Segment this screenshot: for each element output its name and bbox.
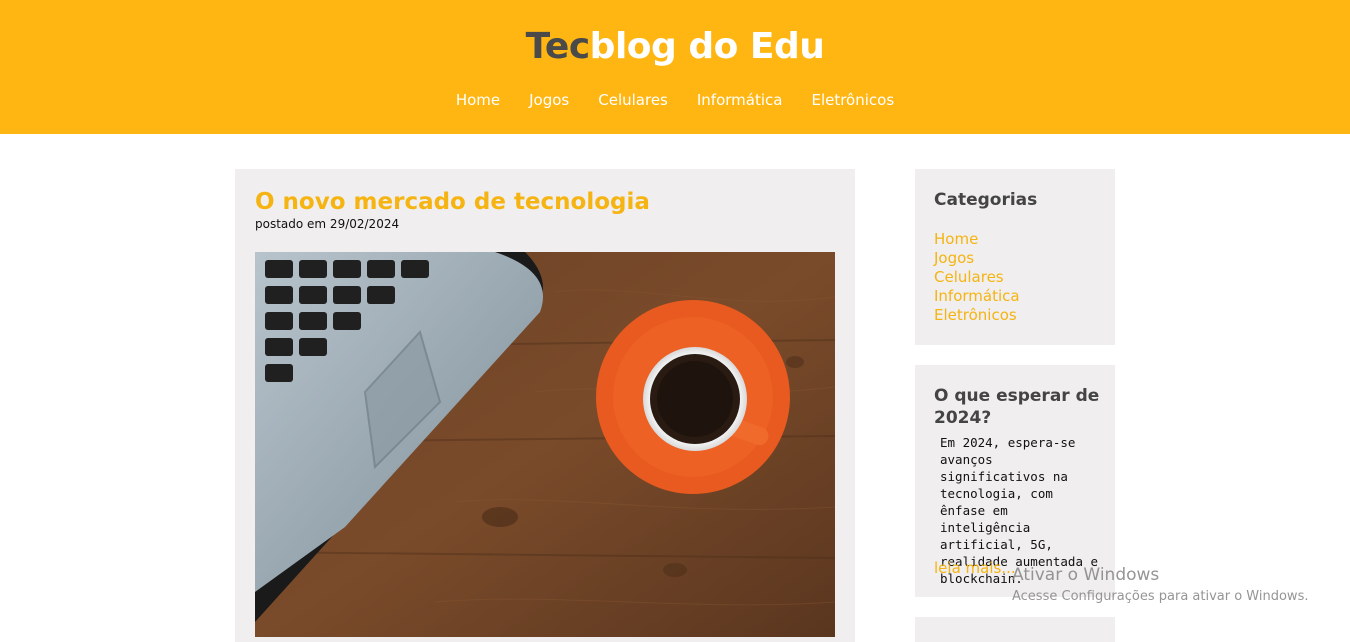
logo-part-blog: blog do Edu <box>589 26 825 67</box>
category-link-home[interactable]: Home <box>934 230 978 248</box>
nav-link-jogos[interactable]: Jogos <box>515 90 584 110</box>
post-date: postado em 29/02/2024 <box>255 217 400 231</box>
categories-widget: Categorias Home Jogos Celulares Informát… <box>915 169 1115 345</box>
watermark-subtitle: Acesse Configurações para ativar o Windo… <box>1012 589 1309 604</box>
nav-link-informatica[interactable]: Informática <box>682 90 797 110</box>
main-nav: Home Jogos Celulares Informática Eletrôn… <box>0 90 1350 110</box>
category-link-eletronicos[interactable]: Eletrônicos <box>934 306 1017 324</box>
sidebar-widget-3 <box>915 617 1115 642</box>
categories-list: Home Jogos Celulares Informática Eletrôn… <box>934 230 1020 325</box>
expectations-title: O que esperar de 2024? <box>934 386 1100 428</box>
blog-post: O novo mercado de tecnologia postado em … <box>235 169 855 642</box>
laptop-coffee-photo <box>255 252 835 637</box>
read-more-link[interactable]: leia mais... <box>934 559 1016 577</box>
expectations-2024-widget: O que esperar de 2024? Em 2024, espera-s… <box>915 365 1115 597</box>
nav-link-celulares[interactable]: Celulares <box>584 90 683 110</box>
logo-part-tec: Tec <box>525 26 591 67</box>
categories-title: Categorias <box>934 190 1038 210</box>
windows-activation-watermark: Ativar o Windows Acesse Configurações pa… <box>1012 565 1308 604</box>
post-image <box>255 252 835 637</box>
site-logo[interactable]: Tecblog do Edu <box>0 26 1350 67</box>
nav-link-eletronicos[interactable]: Eletrônicos <box>797 90 909 110</box>
category-link-informatica[interactable]: Informática <box>934 287 1020 305</box>
category-link-celulares[interactable]: Celulares <box>934 268 1004 286</box>
nav-link-home[interactable]: Home <box>441 90 514 110</box>
site-header: Tecblog do Edu Home Jogos Celulares Info… <box>0 0 1350 134</box>
post-title[interactable]: O novo mercado de tecnologia <box>255 189 650 215</box>
category-link-jogos[interactable]: Jogos <box>934 249 974 267</box>
watermark-title: Ativar o Windows <box>1012 565 1160 585</box>
